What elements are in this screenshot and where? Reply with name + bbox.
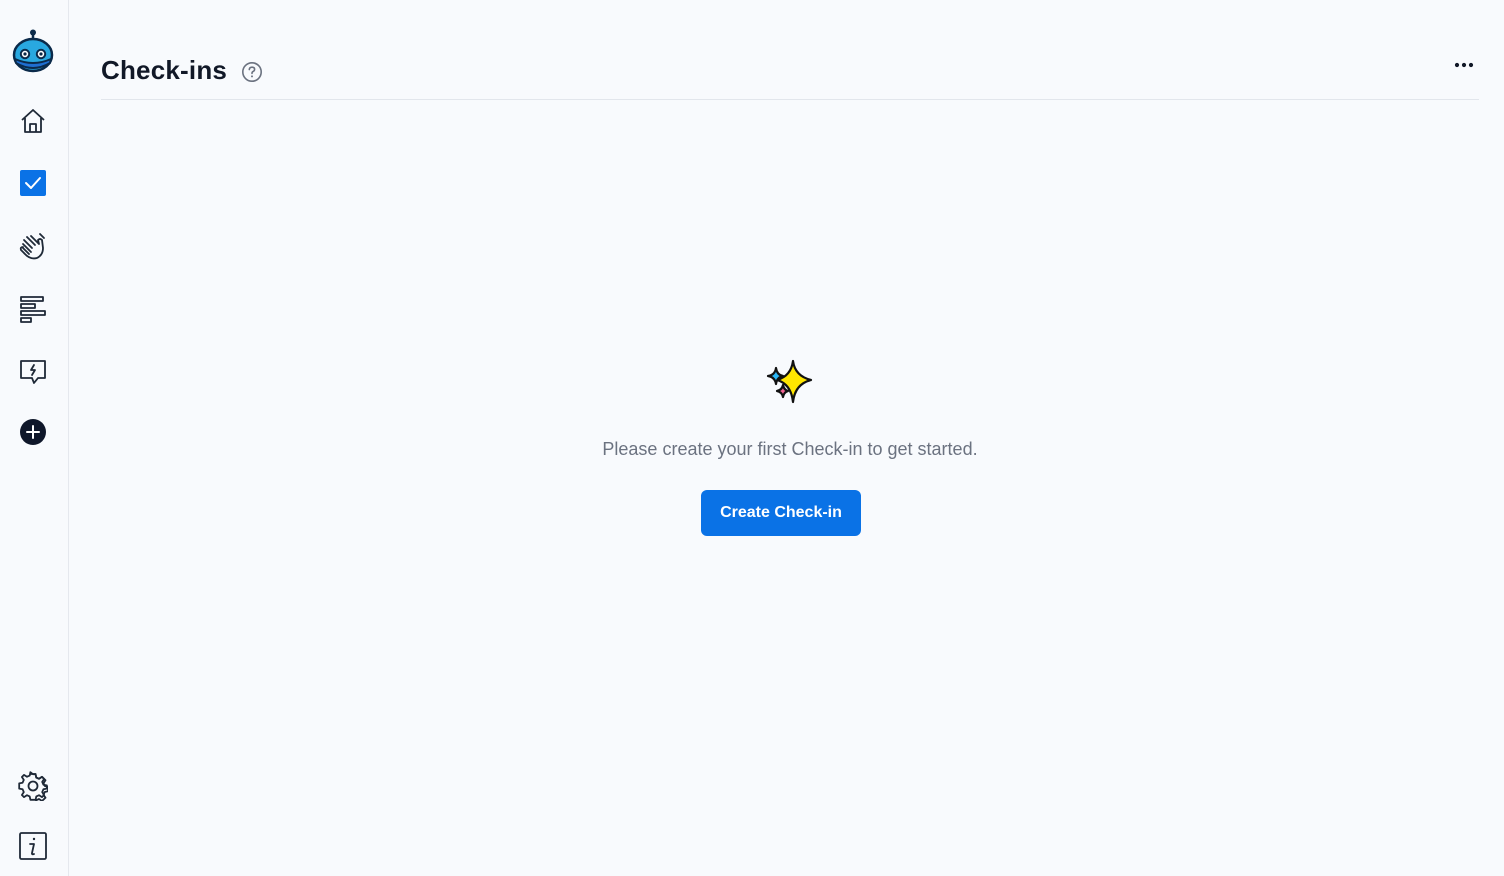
robot-logo-icon[interactable] <box>11 29 55 73</box>
clapping-hands-icon[interactable] <box>16 229 50 263</box>
main-content: Check-ins Please create your first Check… <box>101 0 1479 876</box>
more-horizontal-icon[interactable] <box>1449 52 1479 78</box>
feedback-message-icon[interactable] <box>16 355 50 389</box>
align-left-bars-icon[interactable] <box>16 292 50 326</box>
sidebar <box>0 0 69 876</box>
add-circle-icon[interactable] <box>16 415 50 449</box>
create-check-in-button[interactable]: Create Check-in <box>701 490 861 536</box>
page-title: Check-ins <box>101 55 228 85</box>
help-circle-icon[interactable] <box>241 61 263 83</box>
empty-state: Please create your first Check-in to get… <box>101 352 1479 552</box>
page-header: Check-ins <box>101 0 1479 100</box>
empty-state-message: Please create your first Check-in to get… <box>602 439 978 459</box>
app-root: Check-ins Please create your first Check… <box>0 0 1504 876</box>
sparkles-icon <box>765 356 815 406</box>
settings-gear-icon[interactable] <box>16 769 50 803</box>
info-icon[interactable] <box>16 829 50 863</box>
home-icon[interactable] <box>16 104 50 138</box>
checkbox-icon[interactable] <box>16 166 50 200</box>
